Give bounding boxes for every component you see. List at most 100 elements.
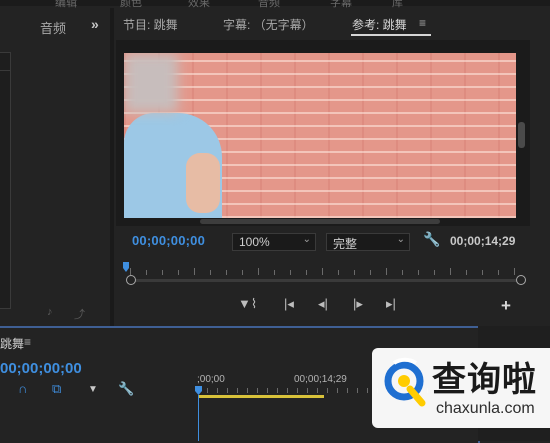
duration-timecode: 00;00;14;29 — [450, 234, 516, 248]
horizontal-scrollbar[interactable] — [200, 219, 440, 224]
snap-icon[interactable]: ∩ — [18, 381, 27, 396]
export-icon[interactable]: ⤴ — [74, 306, 85, 322]
ruler-tick — [194, 268, 195, 275]
timeline-timecode[interactable]: 00;00;00;00 — [0, 360, 82, 377]
watermark-logo-icon — [384, 357, 426, 407]
timeline-menu-icon[interactable]: ≡ — [24, 335, 31, 349]
workspace-tab[interactable]: 颜色 — [120, 0, 142, 10]
tab-reference[interactable]: 参考: 跳舞 — [352, 16, 407, 33]
add-marker-icon[interactable]: ▼ — [88, 384, 98, 395]
ruler-mid-label: 00;00;14;29 — [294, 374, 347, 385]
ruler-tick — [347, 388, 348, 393]
tab-captions[interactable]: 字幕: （无字幕） — [223, 16, 314, 33]
ruler-tick — [466, 270, 467, 275]
add-button-icon[interactable]: + — [501, 296, 511, 316]
ruler-tick — [227, 388, 228, 393]
ruler-start-label: ;00;00 — [197, 374, 225, 385]
ruler-tick — [498, 270, 499, 275]
panel-expand-icon[interactable]: » — [91, 16, 99, 32]
playhead-line — [198, 395, 199, 441]
ruler-tick — [290, 270, 291, 275]
ruler-tick — [178, 270, 179, 275]
ruler-tick — [386, 268, 387, 275]
workspace-tab[interactable]: 字幕 — [330, 0, 352, 10]
sequence-title[interactable]: 跳舞 — [0, 335, 24, 352]
ruler-tick — [402, 270, 403, 275]
ruler-tick — [237, 388, 238, 393]
work-area-bar[interactable] — [198, 395, 324, 398]
tab-program[interactable]: 节目: 跳舞 — [123, 16, 178, 33]
ruler-tick — [277, 388, 278, 393]
resolution-dropdown[interactable]: 完整 ⌄ — [326, 233, 410, 251]
active-tab-indicator — [351, 34, 431, 36]
ruler-tick — [434, 270, 435, 275]
workspace-tab[interactable]: 效果 — [188, 0, 210, 10]
ruler-tick — [257, 388, 258, 393]
ruler-tick — [322, 268, 323, 275]
ruler-tick — [146, 270, 147, 275]
video-frame[interactable] — [124, 53, 516, 218]
ruler-tick — [267, 388, 268, 393]
wrench-icon[interactable]: 🔧 — [118, 381, 134, 397]
watermark-title: 查询啦 — [432, 360, 537, 400]
resolution-value: 完整 — [333, 237, 358, 251]
panel-divider[interactable] — [110, 8, 114, 328]
zoom-handle-right[interactable] — [516, 275, 526, 285]
ruler-tick — [162, 270, 163, 275]
ruler-tick — [242, 270, 243, 275]
ruler-tick — [514, 268, 515, 275]
ruler-tick — [337, 388, 338, 393]
ruler-tick — [317, 388, 318, 393]
ruler-tick — [367, 388, 368, 393]
audio-icon[interactable]: ♪ — [47, 306, 53, 318]
zoom-dropdown[interactable]: 100% ⌄ — [232, 233, 316, 251]
left-panel — [0, 8, 110, 326]
ruler-tick — [338, 270, 339, 275]
left-panel-content — [0, 52, 11, 309]
ruler-tick — [370, 270, 371, 275]
ruler-tick — [130, 268, 131, 275]
ruler-tick — [247, 388, 248, 393]
left-panel-header — [0, 52, 10, 71]
ruler-tick — [357, 388, 358, 393]
ruler-tick — [226, 270, 227, 275]
workspace-tab[interactable]: 音频 — [258, 0, 280, 10]
blurred-face — [124, 53, 178, 113]
ruler-tick — [287, 388, 288, 393]
linked-selection-icon[interactable]: ⧉ — [52, 381, 61, 397]
ruler-tick — [354, 270, 355, 275]
ruler-tick — [258, 268, 259, 275]
vertical-scrollbar[interactable] — [518, 122, 525, 148]
step-forward-icon[interactable]: ▸| — [386, 296, 396, 312]
chevron-down-icon: ⌄ — [302, 234, 311, 245]
zoom-scrollbar[interactable] — [132, 279, 522, 282]
ruler-tick — [418, 270, 419, 275]
workspace-tab[interactable]: 库 — [392, 0, 403, 10]
playhead-marker[interactable] — [123, 262, 129, 272]
time-ruler[interactable] — [130, 262, 526, 276]
playhead-timecode[interactable]: 00;00;00;00 — [132, 233, 205, 248]
step-back-frame-icon[interactable]: ◂| — [318, 296, 328, 312]
chevron-down-icon: ⌄ — [396, 234, 405, 245]
ruler-tick — [297, 388, 298, 393]
play-icon[interactable]: |▸ — [353, 296, 363, 312]
zoom-value: 100% — [239, 235, 270, 249]
step-back-icon[interactable]: |◂ — [284, 296, 294, 312]
ruler-tick — [307, 388, 308, 393]
monitor-menu-icon[interactable]: ≡ — [419, 16, 426, 30]
add-marker-icon[interactable]: ▼⌇ — [238, 296, 257, 312]
ruler-tick — [482, 270, 483, 275]
audio-tab[interactable]: 音频 — [40, 18, 66, 37]
zoom-handle-left[interactable] — [126, 275, 136, 285]
person-arm — [186, 153, 220, 213]
ruler-tick — [327, 388, 328, 393]
ruler-tick — [207, 388, 208, 393]
ruler-tick — [210, 270, 211, 275]
ruler-tick — [450, 268, 451, 275]
ruler-tick — [274, 270, 275, 275]
ruler-tick — [306, 270, 307, 275]
watermark-url: chaxunla.com — [436, 400, 535, 417]
ruler-tick — [217, 388, 218, 393]
workspace-tabs-strip: 编辑 颜色 效果 音频 字幕 库 — [0, 0, 550, 9]
settings-wrench-icon[interactable]: 🔧 — [423, 231, 440, 248]
